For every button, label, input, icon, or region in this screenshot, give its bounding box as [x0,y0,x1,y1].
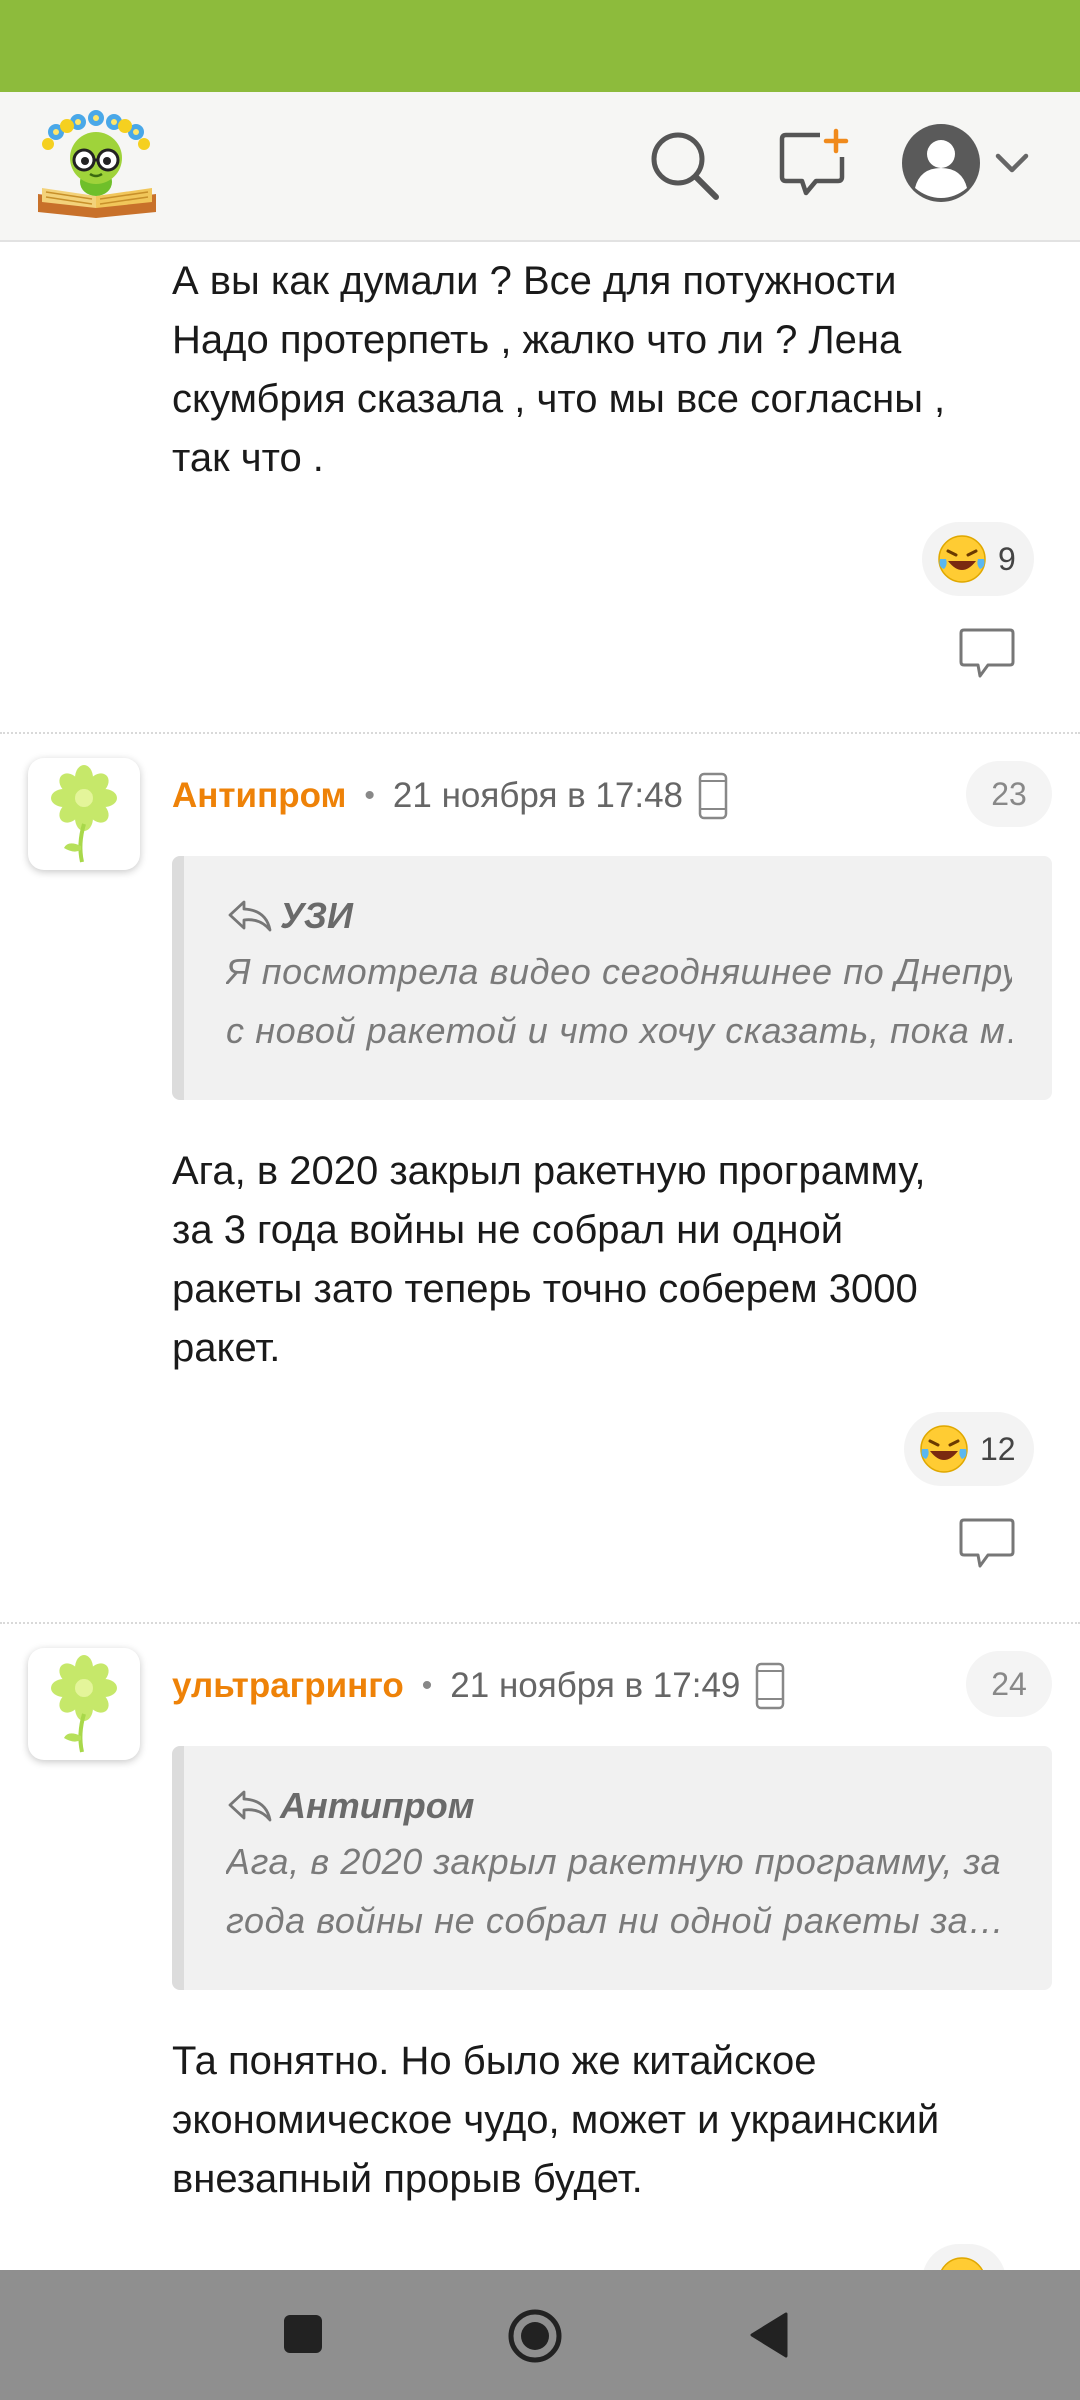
comment-text-line: ракет. [172,1326,281,1370]
comment-text-line: Ага, в 2020 закрыл ракетную программу, [172,1149,926,1193]
meta-separator: • [421,1669,433,1702]
home-circle-icon[interactable] [507,2308,563,2369]
reaction-badge-partial[interactable] [922,2244,1006,2270]
quote-text: Ага, в 2020 закрыл ракетную программу, з… [226,1832,1012,1950]
comment-text-line: ракеты зато теперь точно соберем 3000 [172,1267,918,1311]
quoted-comment[interactable]: Антипром Ага, в 2020 закрыл ракетную про… [172,1746,1052,1990]
reply-icon[interactable] [958,1516,1016,1572]
comment-text: Ага, в 2020 закрыл ракетную программу, з… [172,1142,1052,1378]
back-triangle-icon[interactable] [748,2312,790,2363]
comment-divider [0,1622,1080,1624]
laughing-tears-emoji [940,2257,984,2270]
comment-text-line: А вы как думали ? Все для потужности [172,259,897,303]
quote-text: Я посмотрела видео сегодняшнее по Днепру… [226,942,1012,1060]
book-flower-logo[interactable] [34,110,160,220]
laughing-tears-emoji [920,1425,968,1473]
comment-text-line: Надо протерпеть , жалко что ли ? Лена [172,318,902,362]
comment-divider [0,732,1080,734]
quoted-comment[interactable]: УЗИ Я посмотрела видео сегодняшнее по Дн… [172,856,1052,1100]
status-bar [0,0,1080,92]
flower-avatar-icon [51,765,117,863]
comment-timestamp[interactable]: 21 ноября в 17:48 [393,776,683,816]
quote-author: Антипром [280,1785,475,1826]
quote-line: Я посмотрела видео сегодняшнее по Днепру [226,951,1012,992]
reaction-count: 9 [998,540,1016,577]
reaction-count: 12 [980,1430,1016,1467]
chevron-down-icon[interactable] [994,148,1030,178]
comment-text-line: так что . [172,436,324,480]
quote-line: года войны не собрал ни одной ракеты за… [226,1900,1005,1941]
quote-author: УЗИ [280,895,353,936]
comment-number[interactable]: 23 [966,761,1052,827]
app-header [0,92,1080,242]
author-name[interactable]: ультрагринго [172,1666,404,1706]
compose-message-icon[interactable] [776,127,852,203]
comment-timestamp[interactable]: 21 ноября в 17:49 [450,1666,740,1706]
laughing-tears-emoji [938,535,986,583]
comment-text: А вы как думали ? Все для потужности Над… [172,252,1052,488]
comment-text-line: экономическое чудо, может и украинский [172,2098,940,2142]
comment-text-line: скумбрия сказала , что мы все согласны , [172,377,946,421]
author-avatar[interactable] [28,758,140,870]
comment-text: Та понятно. Но было же китайское экономи… [172,2032,1052,2209]
author-avatar[interactable] [28,1648,140,1760]
reaction-badge[interactable]: 12 [904,1412,1034,1486]
comment-text-line: за 3 года войны не собрал ни одной [172,1208,844,1252]
reply-icon[interactable] [958,626,1016,682]
comments-feed: А вы как думали ? Все для потужности Над… [0,242,1080,2270]
comment-text-line: внезапный прорыв будет. [172,2157,643,2201]
reply-arrow-icon [228,900,272,932]
comment-meta: Антипром • 21 ноября в 17:48 [172,766,729,826]
flower-avatar-icon [51,1655,117,1753]
quote-line: с новой ракетой и что хочу сказать, пока… [226,1010,1012,1051]
mobile-phone-icon [756,1662,785,1710]
user-avatar-icon[interactable] [900,122,982,204]
comment-number[interactable]: 24 [966,1651,1052,1717]
quote-header: Антипром [226,1780,1012,1832]
quote-line: Ага, в 2020 закрыл ракетную программу, з… [226,1841,1012,1882]
quote-header: УЗИ [226,890,1012,942]
mobile-phone-icon [698,772,728,820]
author-name[interactable]: Антипром [172,776,346,816]
comment-text-line: Та понятно. Но было же китайское [172,2039,817,2083]
system-nav-bar [0,2270,1080,2400]
recents-square-icon[interactable] [282,2313,324,2360]
comment-meta: ультрагринго • 21 ноября в 17:49 [172,1656,786,1716]
search-icon[interactable] [646,127,722,203]
reply-arrow-icon [228,1790,272,1822]
meta-separator: • [364,779,375,812]
reaction-badge[interactable]: 9 [922,522,1034,596]
